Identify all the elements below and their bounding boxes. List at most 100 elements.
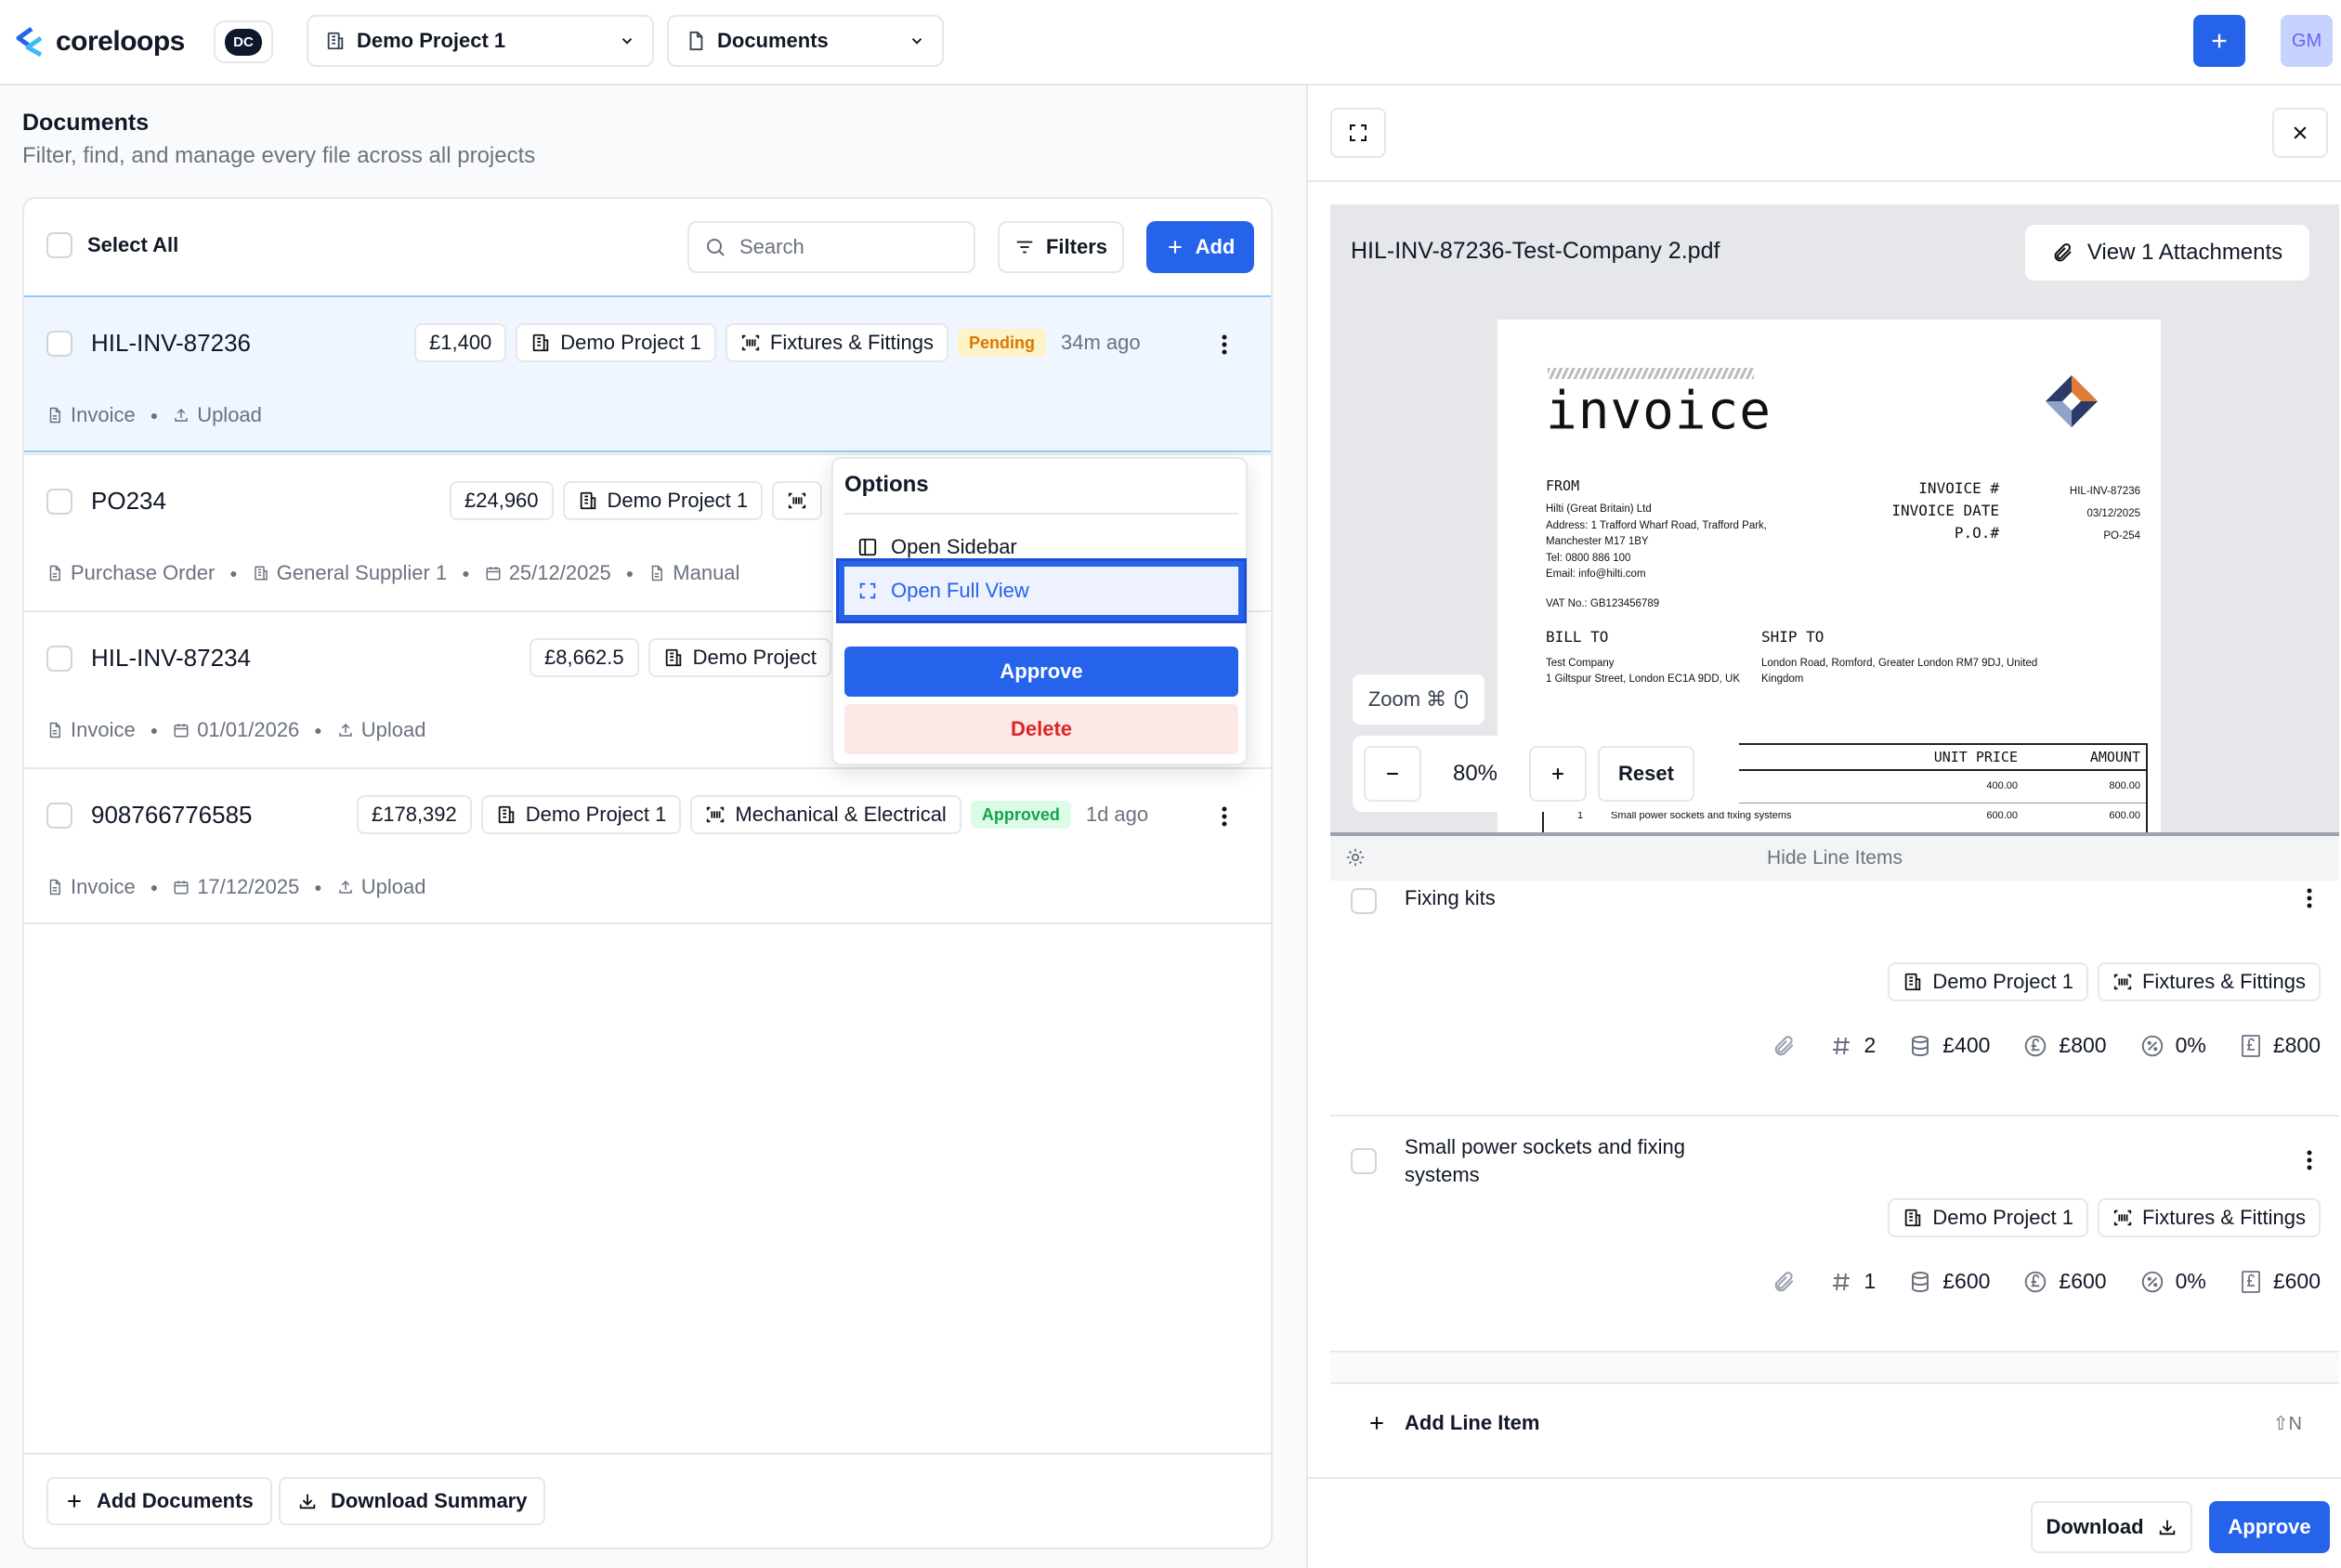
section-select[interactable]: Documents: [667, 15, 944, 67]
project-chip[interactable]: Demo Project: [647, 638, 831, 677]
hide-line-items-bar[interactable]: Hide Line Items: [1330, 832, 2339, 881]
search-input[interactable]: Search: [687, 221, 975, 273]
barcode-icon: [740, 333, 761, 353]
line-item: Small power sockets and fixing systems D…: [1330, 1117, 2339, 1352]
menu-delete-button[interactable]: Delete: [844, 704, 1238, 754]
line-item-name: Fixing kits: [1405, 886, 1496, 909]
line-item-stats: 2 £400 £800 0% £800: [1772, 1033, 2321, 1058]
download-summary-label: Download Summary: [331, 1489, 528, 1512]
project-chip[interactable]: Demo Project 1: [1888, 962, 2088, 1001]
filters-button[interactable]: Filters: [998, 221, 1124, 273]
project-chip[interactable]: Demo Project 1: [480, 795, 682, 834]
open-sidebar-label: Open Sidebar: [891, 535, 1017, 558]
select-all-checkbox[interactable]: [46, 232, 72, 258]
top-bar: coreloops DC Demo Project 1 Documents GM: [0, 0, 2341, 85]
row-chips: £178,392 Demo Project 1 Mechanical & Ele…: [357, 794, 1148, 835]
unit-price-value: £600: [1942, 1269, 1991, 1293]
options-menu: Options Open Sidebar Open Full View Appr…: [831, 457, 1248, 765]
line-item-menu-button[interactable]: [2300, 1146, 2319, 1174]
row-meta: Purchase Order ● General Supplier 1 ● 25…: [46, 561, 739, 585]
discount-stat: 0%: [2140, 1033, 2206, 1058]
approve-button[interactable]: Approve: [2209, 1501, 2330, 1553]
row-checkbox[interactable]: [46, 489, 72, 515]
row-menu-button[interactable]: [1213, 331, 1236, 359]
plus-icon: [1166, 238, 1184, 256]
logo[interactable]: coreloops: [13, 22, 185, 61]
zoom-in-button[interactable]: [1529, 746, 1587, 802]
row-checkbox[interactable]: [46, 331, 72, 357]
paperclip-icon[interactable]: [1772, 1034, 1797, 1058]
unit-price-stat: £600: [1909, 1269, 1990, 1294]
category-chip[interactable]: Mechanical & Electrical: [690, 795, 961, 834]
close-button[interactable]: [2272, 108, 2328, 158]
hide-line-items-label: Hide Line Items: [1767, 847, 1903, 869]
project-chip[interactable]: Demo Project 1: [562, 481, 764, 520]
zoom-reset-button[interactable]: Reset: [1598, 746, 1694, 802]
sidebar-icon: [857, 537, 878, 557]
create-button[interactable]: [2193, 15, 2245, 67]
po-number: PO-254: [2103, 530, 2140, 542]
barcode-icon: [2112, 1208, 2133, 1228]
time-ago: 34m ago: [1060, 331, 1141, 354]
zoom-out-button[interactable]: [1364, 746, 1421, 802]
from-tel: Tel: 0800 886 100: [1546, 552, 1631, 564]
select-all[interactable]: Select All: [46, 232, 178, 258]
add-line-item-button[interactable]: Add Line Item ⇧N: [1330, 1382, 2339, 1462]
download-summary-button[interactable]: Download Summary: [279, 1477, 546, 1525]
subtotal-value: £800: [2059, 1033, 2107, 1057]
category-chip[interactable]: Fixtures & Fittings: [2097, 1198, 2321, 1237]
discount-value: 0%: [2175, 1269, 2206, 1293]
search-placeholder: Search: [739, 235, 804, 258]
line-item-checkbox[interactable]: [1351, 888, 1377, 914]
paperclip-icon[interactable]: [1772, 1270, 1797, 1294]
from-label: FROM: [1546, 477, 1580, 494]
document-row[interactable]: 908766776585 £178,392 Demo Project 1 Mec…: [24, 767, 1271, 924]
row1-unit: 400.00: [1986, 780, 2018, 791]
project-label: Demo Project 1: [607, 489, 749, 512]
documents-panel: Documents Filter, find, and manage every…: [0, 85, 1306, 1568]
category-chip[interactable]: Fixtures & Fittings: [725, 323, 948, 362]
category-chip[interactable]: [772, 481, 823, 520]
category-label: Fixtures & Fittings: [2141, 1206, 2306, 1229]
download-icon: [2157, 1517, 2178, 1537]
doc-source: Upload: [197, 403, 262, 426]
download-button[interactable]: Download: [2031, 1501, 2192, 1553]
from-name: Hilti (Great Britain) Ltd: [1546, 503, 1652, 515]
user-avatar[interactable]: GM: [2281, 15, 2333, 67]
row-checkbox[interactable]: [46, 803, 72, 829]
line-item-checkbox[interactable]: [1351, 1148, 1377, 1174]
fullscreen-button[interactable]: [1330, 108, 1386, 158]
view-attachments-button[interactable]: View 1 Attachments: [2025, 225, 2309, 281]
document-name: 908766776585: [91, 801, 253, 829]
bill-to-label: BILL TO: [1546, 628, 1609, 646]
category-chip[interactable]: Fixtures & Fittings: [2097, 962, 2321, 1001]
amount-chip: £178,392: [357, 795, 472, 834]
row-menu-button[interactable]: [1213, 803, 1236, 830]
pdf-viewer[interactable]: HIL-INV-87236-Test-Company 2.pdf View 1 …: [1330, 204, 2339, 832]
expand-icon: [1347, 122, 1369, 144]
document-row[interactable]: HIL-INV-87236 £1,400 Demo Project 1 Fixt…: [24, 295, 1271, 452]
project-chip[interactable]: Demo Project 1: [516, 323, 716, 362]
project-select[interactable]: Demo Project 1: [307, 15, 654, 67]
gear-icon: [1345, 847, 1366, 868]
project-chip[interactable]: Demo Project 1: [1888, 1198, 2088, 1237]
zoom-label: Zoom ⌘: [1353, 674, 1484, 725]
amount-chip: £8,662.5: [530, 638, 639, 677]
menu-approve-button[interactable]: Approve: [844, 647, 1238, 697]
open-full-view-item[interactable]: Open Full View: [836, 558, 1247, 623]
amount-chip: £1,400: [414, 323, 507, 362]
receipt-icon: [2240, 1270, 2262, 1294]
separator-dot: ●: [625, 566, 634, 581]
line-item-menu-button[interactable]: [2300, 884, 2319, 912]
org-switcher[interactable]: DC: [214, 20, 273, 63]
add-button[interactable]: Add: [1146, 221, 1254, 273]
add-documents-button[interactable]: Add Documents: [46, 1477, 272, 1525]
row-checkbox[interactable]: [46, 646, 72, 672]
line-items-spacer: [1330, 1352, 2339, 1382]
document-icon: [46, 879, 63, 895]
document-name: HIL-INV-87234: [91, 644, 251, 672]
line-item-chips: Demo Project 1 Fixtures & Fittings: [1888, 962, 2321, 1001]
company-logo-icon: [2042, 372, 2101, 431]
invoice-date-label: INVOICE DATE: [1891, 502, 1999, 519]
ship-to-address-1: London Road, Romford, Greater London RM7…: [1761, 658, 2038, 669]
